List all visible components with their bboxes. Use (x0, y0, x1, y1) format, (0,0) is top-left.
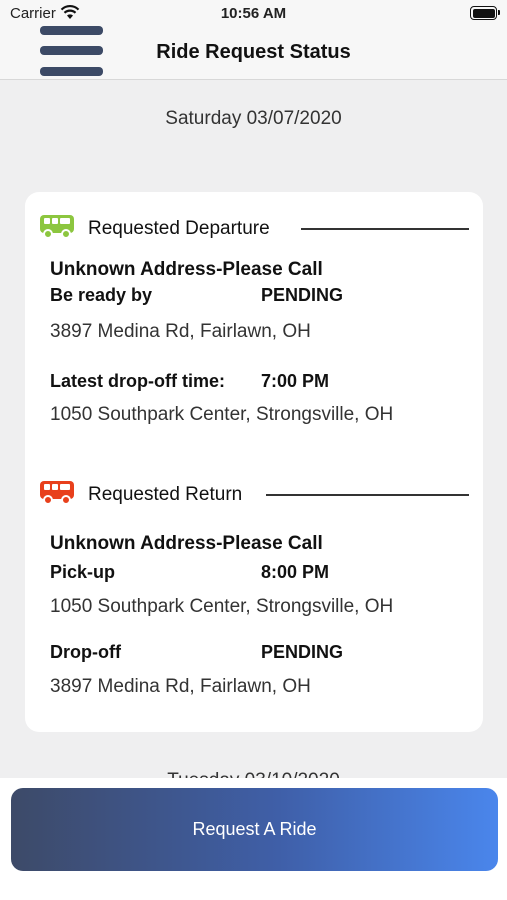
departure-bus-icon (39, 214, 75, 245)
ride-request-card: Requested Departure Unknown Address-Plea… (25, 192, 483, 732)
departure-pickup-address: 3897 Medina Rd, Fairlawn, OH (50, 321, 311, 342)
ride-list[interactable]: Saturday 03/07/2020 Requested Departure … (0, 80, 507, 778)
return-pickup-address: 1050 Southpark Center, Strongsville, OH (50, 596, 394, 617)
dropoff-value: PENDING (261, 642, 344, 662)
divider (266, 494, 469, 496)
pickup-value: 8:00 PM (261, 562, 330, 582)
clock: 10:56 AM (220, 5, 287, 22)
dropoff-label: Drop-off (50, 642, 121, 662)
page-title: Ride Request Status (156, 41, 351, 63)
pickup-label: Pick-up (50, 562, 116, 582)
status-bar: Carrier 10:56 AM (0, 0, 507, 28)
return-bus-icon (39, 480, 75, 511)
dropoff-time-value: 7:00 PM (261, 371, 330, 391)
return-location-name: Unknown Address-Please Call (50, 533, 323, 554)
battery-icon (470, 6, 500, 20)
next-ride-date: Tuesday 03/10/2020 (0, 770, 507, 778)
footer: Request A Ride (0, 778, 507, 900)
return-heading: Requested Return (88, 484, 243, 505)
dropoff-time-label: Latest drop-off time: (50, 371, 225, 391)
departure-heading: Requested Departure (88, 218, 270, 239)
ride-date: Saturday 03/07/2020 (165, 108, 342, 129)
ready-by-label: Be ready by (50, 285, 153, 305)
departure-location-name: Unknown Address-Please Call (50, 259, 323, 280)
request-ride-button[interactable]: Request A Ride (11, 788, 498, 871)
navigation-bar: Ride Request Status (0, 26, 507, 80)
departure-dropoff-address: 1050 Southpark Center, Strongsville, OH (50, 404, 394, 425)
departure-section-header: Requested Departure (39, 214, 469, 244)
ready-by-value: PENDING (261, 285, 344, 305)
divider (301, 228, 469, 230)
return-dropoff-address: 3897 Medina Rd, Fairlawn, OH (50, 676, 311, 697)
return-section-header: Requested Return (39, 480, 469, 510)
